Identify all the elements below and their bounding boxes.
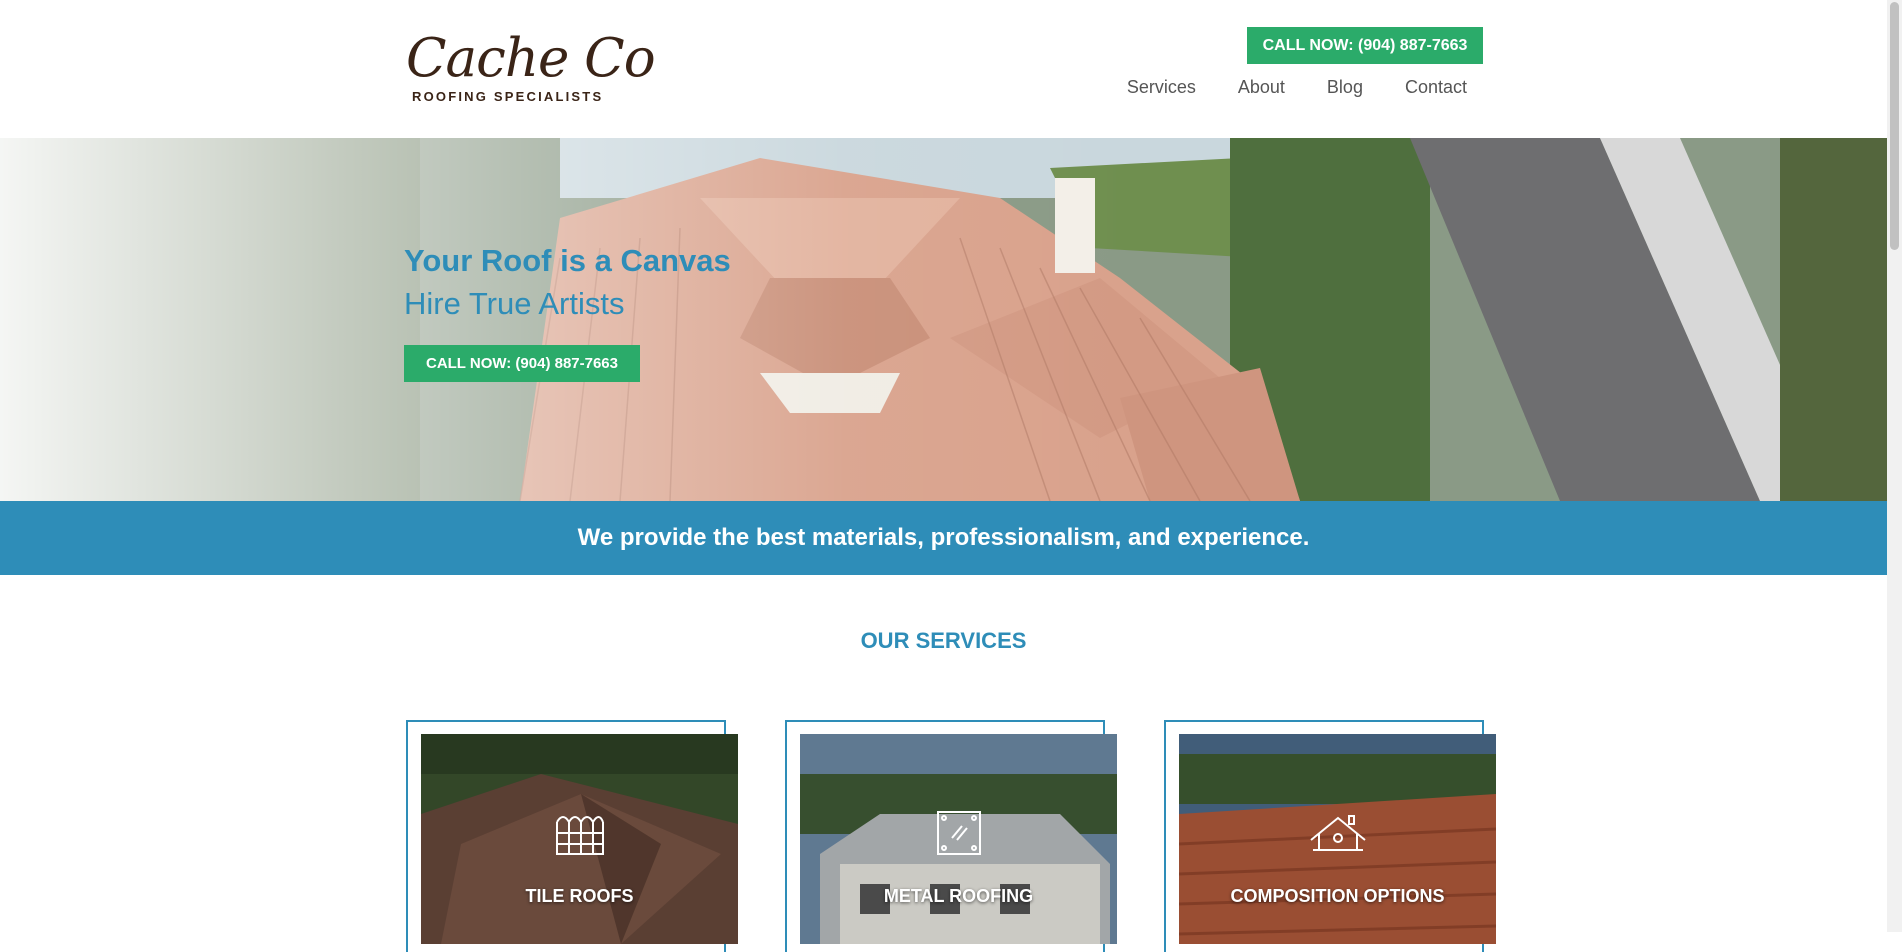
hero-title: Your Roof is a Canvas — [404, 243, 731, 278]
hero-fade-overlay — [0, 138, 1887, 501]
hero-subtitle: Hire True Artists — [404, 286, 625, 321]
logo-script-text: Cache Co — [406, 28, 656, 89]
hero-section: Your Roof is a Canvas Hire True Artists — [0, 138, 1887, 501]
scrollbar-thumb[interactable] — [1890, 2, 1899, 250]
page-scrollbar[interactable] — [1887, 0, 1902, 932]
service-card-composition[interactable]: COMPOSITION OPTIONS — [1179, 734, 1496, 944]
header-call-button[interactable]: CALL NOW: (904) 887-7663 — [1247, 27, 1483, 64]
nav-about[interactable]: About — [1217, 77, 1306, 98]
logo-tagline: ROOFING SPECIALISTS — [412, 89, 604, 104]
service-card-metal[interactable]: METAL ROOFING — [800, 734, 1117, 944]
services-heading: OUR SERVICES — [860, 628, 1027, 653]
site-header: Cache Co ROOFING SPECIALISTS CALL NOW: (… — [0, 0, 1887, 138]
service-card-label: METAL ROOFING — [883, 886, 1034, 906]
nav-blog[interactable]: Blog — [1306, 77, 1384, 98]
metal-panel-icon — [936, 811, 981, 855]
banner-text: We provide the best materials, professio… — [577, 524, 1310, 551]
nav-services[interactable]: Services — [1106, 77, 1217, 98]
nav-contact[interactable]: Contact — [1384, 77, 1475, 98]
service-card-tile[interactable]: TILE ROOFS — [421, 734, 738, 944]
main-nav: Services About Blog Contact — [1106, 77, 1475, 98]
house-roof-icon — [1309, 815, 1366, 851]
value-banner: We provide the best materials, professio… — [0, 501, 1887, 575]
tile-icon — [555, 816, 604, 855]
logo[interactable]: Cache Co ROOFING SPECIALISTS — [404, 28, 656, 108]
hero-call-button[interactable]: CALL NOW: (904) 887-7663 — [404, 345, 640, 382]
service-card-label: TILE ROOFS — [525, 886, 634, 906]
service-card-label: COMPOSITION OPTIONS — [1230, 886, 1445, 906]
